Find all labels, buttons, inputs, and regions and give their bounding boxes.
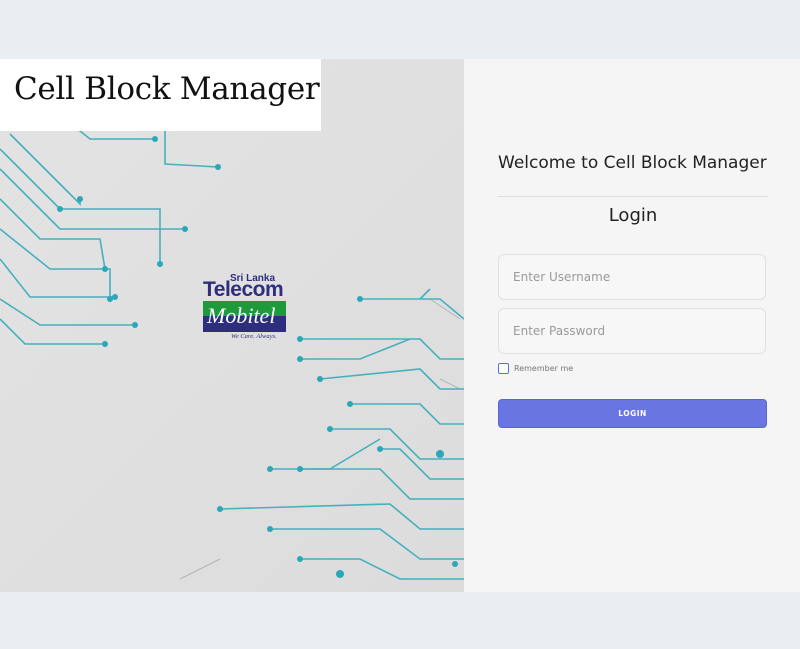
company-logo: Sri Lanka Telecom Mobitel We Care. Alway…	[203, 273, 287, 343]
login-frame: Cell Block Manager Sri Lanka Telecom Mob…	[0, 59, 800, 592]
app-title-box: Cell Block Manager	[0, 59, 321, 131]
heading-divider	[498, 196, 768, 197]
brand-panel: Cell Block Manager Sri Lanka Telecom Mob…	[0, 59, 464, 592]
login-button[interactable]: LOGIN	[498, 399, 767, 428]
welcome-heading: Welcome to Cell Block Manager	[498, 153, 767, 173]
remember-me-label: Remember me	[514, 364, 574, 373]
username-input[interactable]	[498, 254, 766, 300]
logo-line-telecom: Telecom	[203, 278, 284, 301]
app-title: Cell Block Manager	[14, 71, 320, 107]
login-panel: Welcome to Cell Block Manager Login Reme…	[464, 59, 800, 592]
logo-line-mobitel: Mobitel	[207, 303, 276, 328]
remember-me-checkbox[interactable]	[498, 363, 509, 374]
login-heading: Login	[608, 205, 658, 226]
remember-me-row[interactable]: Remember me	[498, 363, 573, 374]
logo-tagline: We Care. Always.	[231, 333, 277, 340]
password-input[interactable]	[498, 308, 766, 354]
